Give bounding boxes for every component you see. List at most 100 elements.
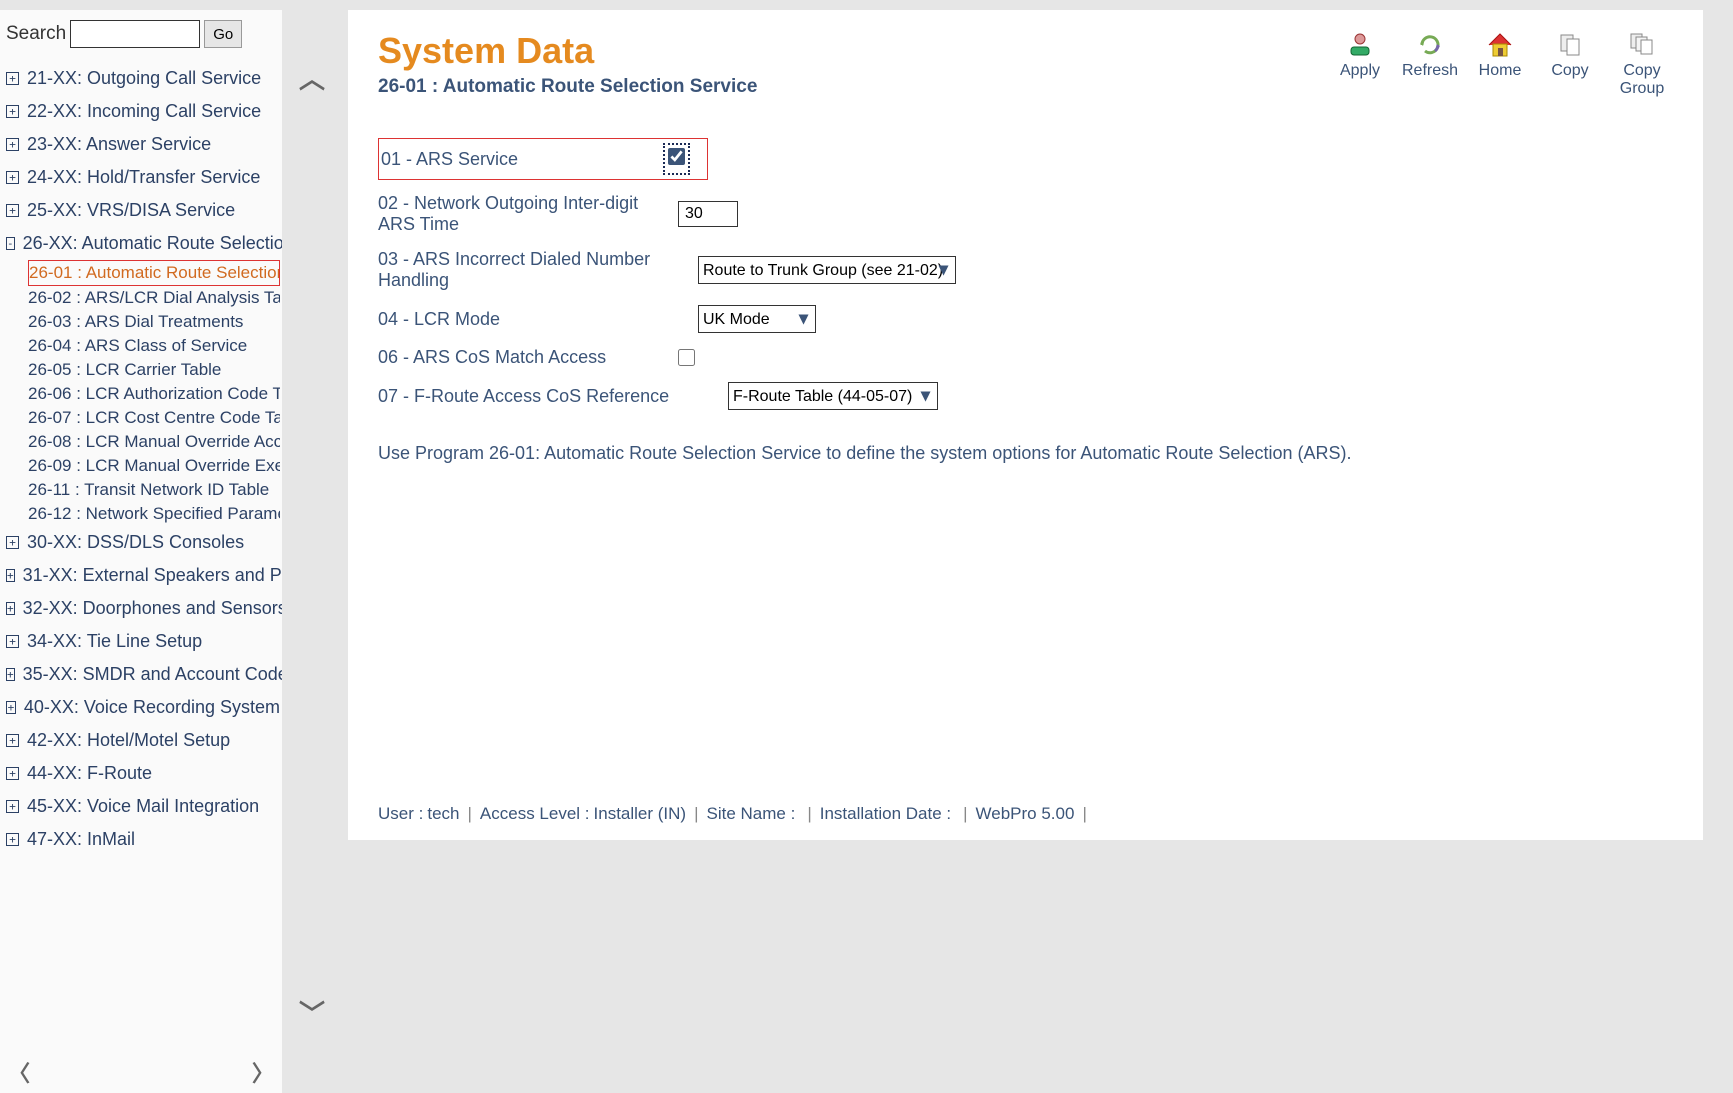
expand-icon[interactable]: + [6,569,15,582]
description-text: Use Program 26-01: Automatic Route Selec… [378,443,1673,464]
search-bar: Search Go [0,10,282,58]
tree-item[interactable]: +40-XX: Voice Recording System [6,691,280,724]
search-label: Search [6,23,66,45]
tree-item-label: 35-XX: SMDR and Account Codes [23,664,282,685]
horizontal-scrollbar[interactable]: 〈 〉 [0,1057,282,1093]
home-button[interactable]: Home [1471,30,1529,80]
tree-child[interactable]: 26-04 : ARS Class of Service [28,334,280,358]
row-label: 01 - ARS Service [381,149,663,170]
tree-child[interactable]: 26-02 : ARS/LCR Dial Analysis Table [28,286,280,310]
tree-item[interactable]: +35-XX: SMDR and Account Codes [6,658,280,691]
tree-item[interactable]: +32-XX: Doorphones and Sensors [6,592,280,625]
tree-item-label: 34-XX: Tie Line Setup [27,631,202,652]
nav-tree: +21-XX: Outgoing Call Service+22-XX: Inc… [0,58,282,1057]
froute-cos-select[interactable]: F-Route Table (44-05-07) [728,382,938,410]
tree-child[interactable]: 26-09 : LCR Manual Override Exemption T [28,454,280,478]
tree-item-label: 25-XX: VRS/DISA Service [27,200,235,221]
tree-child[interactable]: 26-12 : Network Specified Parameter Tab [28,502,280,526]
tree-child[interactable]: 26-06 : LCR Authorization Code Table [28,382,280,406]
search-go-button[interactable]: Go [204,20,242,48]
expand-icon[interactable]: + [6,833,19,846]
tree-item-label: 40-XX: Voice Recording System [24,697,280,718]
tree-item[interactable]: +22-XX: Incoming Call Service [6,95,280,128]
copy-button[interactable]: Copy [1541,30,1599,80]
page-subtitle: 26-01 : Automatic Route Selection Servic… [378,76,757,98]
tree-scroll-down-icon[interactable]: ﹀ [299,1001,325,1027]
tree-item[interactable]: +21-XX: Outgoing Call Service [6,62,280,95]
tree-item-label: 31-XX: External Speakers and Paging [23,565,282,586]
search-input[interactable] [70,20,200,48]
refresh-icon [1413,30,1447,60]
copy-icon [1553,30,1587,60]
row-label: 07 - F-Route Access CoS Reference [378,386,728,407]
page-title: System Data [378,30,757,72]
row-label: 02 - Network Outgoing Inter-digit ARS Ti… [378,193,678,235]
row-06-cos-match: 06 - ARS CoS Match Access [378,340,1673,375]
copy-group-button[interactable]: Copy Group [1611,30,1673,97]
expand-icon[interactable]: + [6,635,19,648]
expand-icon[interactable]: + [6,72,19,85]
tree-item[interactable]: +25-XX: VRS/DISA Service [6,194,280,227]
tree-item-label: 32-XX: Doorphones and Sensors [23,598,282,619]
interdigit-time-input[interactable] [678,201,738,227]
row-02-interdigit-time: 02 - Network Outgoing Inter-digit ARS Ti… [378,186,1673,242]
tree-child[interactable]: 26-07 : LCR Cost Centre Code Table [28,406,280,430]
tree-item[interactable]: +34-XX: Tie Line Setup [6,625,280,658]
tree-child[interactable]: 26-11 : Transit Network ID Table [28,478,280,502]
tree-child[interactable]: 26-08 : LCR Manual Override Access Code [28,430,280,454]
row-label: 04 - LCR Mode [378,309,698,330]
apply-button[interactable]: Apply [1331,30,1389,80]
row-label: 03 - ARS Incorrect Dialed Number Handlin… [378,249,698,291]
refresh-button[interactable]: Refresh [1401,30,1459,80]
tree-child[interactable]: 26-03 : ARS Dial Treatments [28,310,280,334]
ars-service-checkbox[interactable] [668,148,685,165]
home-icon [1483,30,1517,60]
incorrect-dial-select[interactable]: Route to Trunk Group (see 21-02) [698,256,956,284]
tree-item-label: 42-XX: Hotel/Motel Setup [27,730,230,751]
expand-icon[interactable]: + [6,800,19,813]
tree-item-label: 23-XX: Answer Service [27,134,211,155]
tree-item[interactable]: +30-XX: DSS/DLS Consoles [6,526,280,559]
expand-icon[interactable]: + [6,767,19,780]
tree-item-label: 45-XX: Voice Mail Integration [27,796,259,817]
row-label: 06 - ARS CoS Match Access [378,347,678,368]
expand-icon[interactable]: + [6,536,19,549]
expand-icon[interactable]: + [6,668,15,681]
collapse-icon[interactable]: - [6,237,15,250]
expand-icon[interactable]: + [6,204,19,217]
expand-icon[interactable]: + [6,734,19,747]
expand-icon[interactable]: + [6,171,19,184]
tree-item-label: 47-XX: InMail [27,829,135,850]
row-04-lcr-mode: 04 - LCR Mode UK Mode [378,298,1673,340]
expand-icon[interactable]: + [6,701,16,714]
hscroll-left-icon[interactable]: 〈 [8,1063,30,1085]
tree-item[interactable]: +24-XX: Hold/Transfer Service [6,161,280,194]
expand-icon[interactable]: + [6,602,15,615]
tree-child[interactable]: 26-05 : LCR Carrier Table [28,358,280,382]
tree-item[interactable]: +45-XX: Voice Mail Integration [6,790,280,823]
toolbar: Apply Refresh [1331,30,1673,97]
lcr-mode-select[interactable]: UK Mode [698,305,816,333]
cos-match-checkbox[interactable] [678,349,695,366]
row-01-ars-service: 01 - ARS Service [378,138,708,180]
tree-item-label: 24-XX: Hold/Transfer Service [27,167,260,188]
tree-item[interactable]: +47-XX: InMail [6,823,280,856]
expand-icon[interactable]: + [6,138,19,151]
hscroll-right-icon[interactable]: 〉 [252,1063,274,1085]
copy-group-icon [1625,30,1659,60]
tree-scroll-up-icon[interactable]: ︿ [299,66,325,92]
apply-icon [1343,30,1377,60]
tree-item[interactable]: +42-XX: Hotel/Motel Setup [6,724,280,757]
tree-item[interactable]: +44-XX: F-Route [6,757,280,790]
settings-form: 01 - ARS Service 02 - Network Outgoing I… [378,138,1673,464]
expand-icon[interactable]: + [6,105,19,118]
tree-item-26xx[interactable]: - 26-XX: Automatic Route Selection [6,227,280,260]
tree-child[interactable]: 26-01 : Automatic Route Selection Servic… [28,260,280,286]
tree-item[interactable]: +23-XX: Answer Service [6,128,280,161]
tree-item[interactable]: +31-XX: External Speakers and Paging [6,559,280,592]
tree-item-label: 44-XX: F-Route [27,763,152,784]
content-card: System Data 26-01 : Automatic Route Sele… [348,10,1703,840]
tree-item-label: 26-XX: Automatic Route Selection [23,233,282,254]
row-07-froute-cos: 07 - F-Route Access CoS Reference F-Rout… [378,375,1673,417]
tree-item-label: 21-XX: Outgoing Call Service [27,68,261,89]
